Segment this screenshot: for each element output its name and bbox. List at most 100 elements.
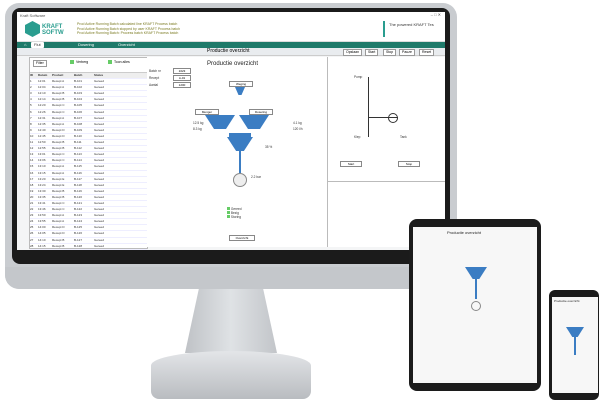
table-cell: B-111 [74,140,82,145]
logo-icon [25,21,40,37]
logo-text: KRAFT SOFTW [42,24,64,36]
table-cell: Recept A [52,219,65,224]
field-value[interactable]: 1023 [173,68,191,74]
toolbar: Productie overzicht Opslaan Start Stop P… [17,48,445,56]
phone-title: Productie overzicht [554,299,580,303]
table-cell: B-113 [74,152,82,157]
table-cell: 1 [30,79,32,84]
table-cell: 13:55 [38,219,46,224]
table-cell: Gereed [94,182,105,187]
table-cell: 12:31 [38,115,46,120]
hopper-icon [205,115,235,129]
table-cell: B-109 [74,127,83,132]
pipe-line [368,77,369,137]
table-cell: 7 [30,115,32,120]
flow-line [475,279,477,299]
start-pump-button[interactable]: Start [340,161,362,167]
table-cell: Gereed [94,188,105,193]
value-label: 2.2 bar [251,175,261,179]
valve-icon[interactable] [388,113,398,123]
legend-item: Storing [227,215,242,219]
start-button[interactable]: Start [365,49,379,56]
table-cell: 14:05 [38,231,46,236]
table-cell: Gereed [94,133,105,138]
table-cell: B-127 [74,237,83,242]
table-cell: B-120 [74,194,83,199]
table-cell: B-119 [74,188,82,193]
table-cell: Gereed [94,103,105,108]
table-cell: Recept A [52,170,65,175]
table-cell: Gereed [94,152,105,157]
table-cell: B-128 [74,243,83,248]
diagram-title: Productie overzicht [207,61,259,67]
table-cell: Gereed [94,91,105,96]
table-cell: 9 [30,127,32,132]
table-cell: Recept C [52,207,65,212]
table-cell: 13:20 [38,176,46,181]
value-label: 8.3 kg [193,127,202,131]
table-cell: 24 [30,219,34,224]
table-cell: 13:46 [38,207,46,212]
table-cell: 13:01 [38,152,46,157]
table-cell: B-104 [74,97,83,102]
table-cell: Gereed [94,194,105,199]
hide-toggle[interactable]: Verberg [76,60,88,64]
table-cell: 22 [30,207,34,212]
mixer-box[interactable]: Menger [195,109,219,115]
table-cell: 13:06 [38,158,46,163]
table-cell: B-115 [74,164,82,169]
table-cell: Recept C [52,109,65,114]
table-cell: Recept D [52,225,65,230]
weighing-box[interactable]: Weging [229,81,253,87]
field-value[interactable]: A-01 [173,75,191,81]
table-cell: Gereed [94,121,105,126]
table-cell: 12:10 [38,91,46,96]
table-cell: Recept C [52,103,65,108]
table-cell: 12:50 [38,140,46,145]
pump-icon [471,301,481,311]
ticker-line: Prod Active Running Batch calculated lin… [77,22,178,26]
table-cell: Gereed [94,85,105,90]
table-cell: Recept A [52,213,65,218]
column-header: Status [94,73,104,77]
column-header: Batch [74,73,83,77]
hopper-icon [566,327,584,337]
table-cell: 14 [30,158,34,163]
column-header: ID [30,73,33,77]
window-controls[interactable]: – □ ✕ [431,12,441,17]
filter-button[interactable]: Filter [33,60,47,67]
right-label: Klep [354,135,361,139]
table-cell: B-112 [74,146,82,151]
table-cell: B-125 [74,225,83,230]
save-button[interactable]: Opslaan [343,49,363,56]
status-icon [108,60,112,64]
dosing-box[interactable]: Dosering [249,109,273,115]
flow-line [574,337,576,355]
hopper-icon [235,87,245,95]
stop-pump-button[interactable]: Stop [398,161,420,167]
window-title: Kraft Software [20,13,46,18]
value-label: 120 l/h [293,127,303,131]
show-all-toggle[interactable]: Toon alles [114,60,130,64]
tablet-screen: Productie overzicht [413,227,537,383]
table-cell: Recept E [52,176,65,181]
pump-icon[interactable] [233,173,247,187]
value-label: 35 % [265,145,273,149]
table-cell: 12:01 [38,79,46,84]
stop-button[interactable]: Stop [383,49,397,56]
table-cell: 21 [30,200,34,205]
phone-screen: Productie overzicht [552,297,598,393]
table-cell: 13:24 [38,182,46,187]
overview-button[interactable]: Overzicht [229,235,255,241]
table-cell: 13:15 [38,170,46,175]
table-cell: B-102 [74,85,83,90]
table-cell: Gereed [94,79,105,84]
table-cell: Gereed [94,207,105,212]
reset-button[interactable]: Reset [419,49,435,56]
table-cell: Recept B [52,237,65,242]
pause-button[interactable]: Pauze [399,49,415,56]
monitor-screen: Kraft Software – □ ✕ KRAFT SOFTW Prod Act… [17,12,445,250]
table-cell: Recept C [52,158,65,163]
field-value[interactable]: 1200 [173,82,191,88]
legend: Gereed Bezig Storing [227,207,242,219]
